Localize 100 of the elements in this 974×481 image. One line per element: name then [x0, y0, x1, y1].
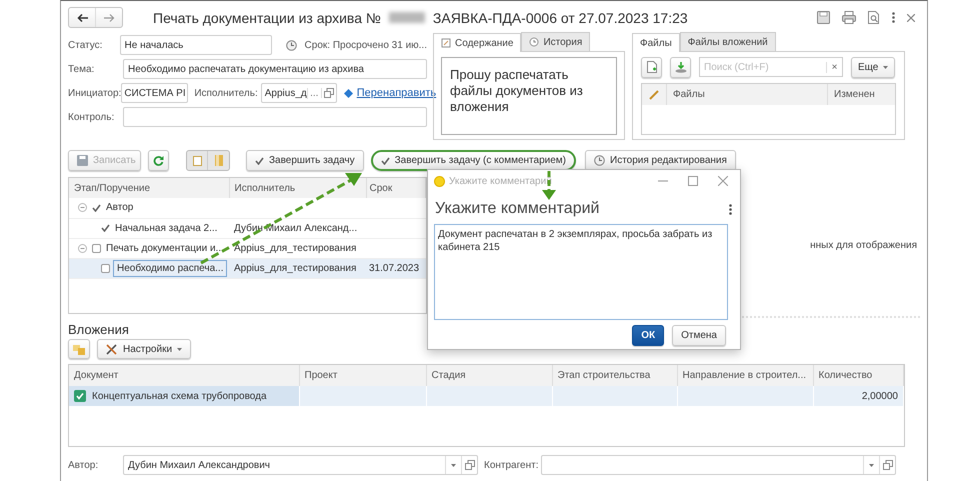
clear-button[interactable]: ×	[826, 62, 842, 72]
task-executor: Appius_для_тестирования	[234, 262, 356, 274]
column-header[interactable]: Изменен	[828, 84, 895, 105]
window-title: ЗАЯВКА-ПДА-0006 от 27.07.2023 17:23	[432, 10, 688, 26]
initiator-field[interactable]: СИСТЕМА PI	[121, 83, 188, 103]
forward-icon	[104, 14, 114, 22]
complete-task-button[interactable]: Завершить задачу	[246, 150, 364, 171]
task-name: Автор	[106, 202, 134, 214]
executor-field[interactable]: Appius_д ...	[260, 83, 337, 103]
save-icon	[77, 155, 88, 166]
column-header[interactable]: Этап/Поручение	[69, 178, 229, 198]
content-text[interactable]: Прошу распечатать файлы документов из вложения	[441, 57, 617, 135]
page-icon	[192, 156, 202, 166]
open-icon[interactable]	[324, 88, 334, 98]
topic-field[interactable]: Необходимо распечатать документацию из архива	[123, 59, 427, 79]
more-icon[interactable]	[729, 204, 732, 214]
settings-button[interactable]: Настройки	[97, 339, 192, 359]
empty-message: нных для отображения	[810, 240, 917, 251]
field-label: Статус:	[68, 40, 104, 50]
redirect-icon	[344, 88, 353, 98]
caret-icon	[451, 464, 456, 466]
download-button[interactable]	[670, 56, 691, 78]
close-icon[interactable]	[718, 176, 728, 186]
clock-icon	[529, 37, 540, 47]
field-label: Исполнитель:	[194, 88, 258, 98]
caret-icon	[883, 66, 888, 68]
tab[interactable]: Содержание	[433, 33, 522, 52]
task-row[interactable]: Автор	[69, 198, 426, 218]
field-label: Контрагент:	[484, 460, 538, 470]
choose-button[interactable]: ...	[306, 88, 321, 98]
download-icon	[674, 61, 686, 73]
column-header[interactable]: Направление в строител...	[677, 365, 813, 386]
save-icon[interactable]	[817, 11, 830, 24]
tab[interactable]: Файлы вложений	[680, 32, 776, 51]
attachment-row[interactable]: Концептуальная схема трубопровода 2,00000	[69, 386, 904, 406]
document-name: Концептуальная схема трубопровода	[92, 390, 267, 402]
deadline-text: Срок: Просрочено 31 ию...	[304, 40, 427, 50]
search-field[interactable]: Поиск (Ctrl+F) ×	[699, 57, 843, 77]
refresh-icon	[153, 155, 164, 166]
task-name: Начальная задача 2...	[115, 222, 218, 234]
tools-icon	[106, 344, 118, 354]
clock-icon	[286, 40, 297, 50]
column-header[interactable]: Проект	[299, 365, 426, 386]
maximize-icon[interactable]	[688, 176, 698, 186]
preview-icon[interactable]	[868, 11, 880, 24]
collapse-icon[interactable]	[78, 244, 87, 252]
tab[interactable]: История	[521, 32, 590, 51]
add-file-button[interactable]	[641, 56, 662, 78]
more-button[interactable]: Еще	[851, 56, 896, 78]
task-row[interactable]: Необходимо распеча... Appius_для_тестирования 31.07.2023	[69, 258, 426, 278]
more-icon[interactable]	[892, 12, 895, 23]
column-header[interactable]: Исполнитель	[229, 178, 366, 198]
add-attachment-button[interactable]	[68, 339, 90, 359]
caret-icon	[177, 348, 182, 350]
checkbox[interactable]	[101, 264, 110, 272]
field-label: Тема:	[68, 64, 96, 74]
checkbox[interactable]	[92, 244, 101, 252]
history-button[interactable]: История редактирования	[585, 150, 736, 171]
tab[interactable]: Файлы	[632, 33, 680, 52]
print-icon[interactable]	[842, 11, 856, 24]
column-header[interactable]: Этап строительства	[552, 365, 677, 386]
task-name: Необходимо распеча...	[113, 260, 228, 276]
comment-field[interactable]: Документ распечатан в 2 экземплярах, просьба забрать из кабинета 215	[434, 224, 728, 320]
task-due: 31.07.2023	[369, 262, 420, 274]
dialog-heading: Укажите комментарий	[435, 200, 600, 218]
open-icon[interactable]	[464, 460, 474, 470]
ok-button[interactable]: ОК	[632, 325, 664, 346]
field-label: Инициатор:	[68, 88, 122, 98]
field-label: Автор:	[68, 460, 100, 470]
close-icon[interactable]	[907, 14, 915, 22]
dialog-title: Укажите комментарий	[449, 176, 552, 186]
pencil-icon	[649, 90, 659, 100]
control-field[interactable]	[123, 107, 427, 127]
cancel-button[interactable]: Отмена	[672, 325, 726, 346]
refresh-button[interactable]	[148, 150, 169, 171]
column-header[interactable]: Стадия	[426, 365, 552, 386]
status-field[interactable]: Не началась	[120, 35, 272, 55]
column-header[interactable]: Количество	[813, 365, 904, 386]
blurred-region	[388, 12, 425, 23]
redirect-link[interactable]: Перенаправить	[356, 87, 436, 99]
back-icon	[76, 14, 88, 22]
complete-task-button[interactable]: Завершить задачу (с комментарием)	[370, 150, 576, 171]
edit-icon	[441, 38, 451, 48]
caret-icon	[869, 464, 874, 466]
clock-icon	[594, 155, 605, 166]
task-executor: Appius_для_тестирования	[234, 242, 356, 254]
open-icon[interactable]	[882, 460, 893, 470]
column-header[interactable]: Срок	[366, 178, 426, 198]
check-icon	[380, 156, 390, 164]
column-header[interactable]: Файлы	[667, 84, 828, 105]
collapse-icon[interactable]	[78, 203, 87, 212]
author-field[interactable]: Дубин Михаил Александрович	[123, 455, 478, 475]
add-file-icon	[646, 61, 656, 73]
column-header[interactable]: Документ	[69, 365, 299, 386]
section-title: Вложения	[68, 322, 129, 336]
checkbox[interactable]	[74, 390, 86, 402]
quantity: 2,00000	[862, 390, 898, 402]
app-icon	[434, 176, 445, 186]
field-label: Контроль:	[68, 112, 116, 122]
counterparty-field[interactable]	[541, 455, 896, 475]
